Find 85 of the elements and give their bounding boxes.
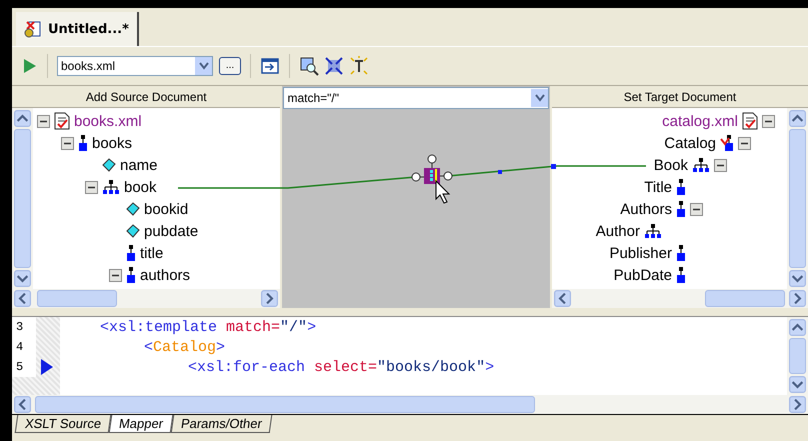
line-number: 3 [12, 317, 36, 337]
element-icon [126, 266, 136, 284]
dropdown-icon[interactable] [198, 62, 208, 70]
scroll-right-icon[interactable] [261, 290, 278, 307]
scroll-down-icon[interactable] [789, 376, 806, 393]
collapse-icon[interactable] [738, 136, 751, 150]
view-tab[interactable]: Mapper [108, 415, 174, 433]
element-icon [126, 244, 136, 262]
view-tab[interactable]: Params/Other [170, 415, 272, 433]
code-line: <xsl:for-each select="books/book"> [187, 358, 496, 377]
tree-item[interactable]: authors [140, 266, 190, 284]
element-icon [78, 134, 88, 152]
tree-item[interactable]: bookid [144, 200, 188, 218]
run-icon[interactable] [22, 57, 38, 75]
tree-item[interactable]: Catalog [664, 134, 716, 152]
scroll-down-icon[interactable] [14, 270, 31, 287]
line-number: 4 [12, 337, 36, 357]
connection-point [498, 170, 502, 174]
tree-item[interactable]: name [120, 156, 158, 174]
panel-header[interactable]: Add Source Document [12, 86, 280, 108]
collapse-icon[interactable] [61, 136, 74, 150]
scroll-thumb[interactable] [789, 338, 806, 374]
hierarchy-icon [644, 223, 662, 239]
tree-item[interactable]: books [92, 134, 132, 152]
scroll-right-icon[interactable] [789, 290, 806, 307]
text-icon[interactable] [349, 56, 369, 76]
tree-item[interactable]: catalog.xml [662, 112, 738, 130]
scroll-thumb[interactable] [35, 396, 535, 413]
source-dropdown[interactable]: books.xml [57, 56, 213, 76]
code-line: <xsl:template match="/"> [99, 318, 318, 337]
tree-item[interactable]: pubdate [144, 222, 198, 240]
pointer-icon [436, 180, 450, 204]
scroll-thumb[interactable] [14, 129, 31, 268]
document-icon [54, 112, 70, 130]
collapse-icon[interactable] [109, 268, 122, 282]
scroll-up-icon[interactable] [789, 319, 806, 336]
tree-item[interactable]: Title [644, 178, 672, 196]
collapse-icon[interactable] [762, 114, 775, 128]
tree-item[interactable]: Authors [620, 200, 672, 218]
function-node[interactable] [412, 154, 452, 184]
match-dropdown[interactable]: match="/" [283, 87, 549, 109]
diamond-icon [126, 202, 140, 216]
scroll-left-icon[interactable] [554, 290, 571, 307]
window-icon[interactable] [260, 57, 280, 75]
line-number: 5 [12, 357, 36, 377]
panel-header[interactable]: Set Target Document [552, 86, 808, 108]
element-icon [676, 266, 686, 284]
tree-item[interactable]: Publisher [609, 244, 672, 262]
stylesheet-icon [24, 20, 42, 38]
element-icon [720, 134, 734, 152]
code-line: <Catalog> [143, 338, 226, 357]
browse-button[interactable]: ... [219, 57, 241, 75]
scroll-thumb[interactable] [37, 290, 117, 307]
hierarchy-icon [102, 179, 120, 195]
map-search-icon[interactable] [299, 56, 319, 76]
connection-point [551, 164, 556, 169]
fit-icon[interactable] [325, 57, 343, 75]
tree-item[interactable]: Author [596, 222, 640, 240]
view-tab[interactable]: XSLT Source [14, 415, 112, 433]
dropdown-icon[interactable] [534, 94, 544, 102]
diamond-icon [126, 224, 140, 238]
document-icon [742, 112, 758, 130]
document-tab[interactable]: Untitled...* [16, 12, 139, 46]
scroll-up-icon[interactable] [14, 110, 31, 127]
collapse-icon[interactable] [37, 114, 50, 128]
element-icon [676, 244, 686, 262]
tree-item[interactable]: Book [654, 156, 688, 174]
scroll-left-icon[interactable] [14, 290, 31, 307]
scroll-thumb[interactable] [789, 129, 806, 268]
tree-item[interactable]: book [124, 178, 157, 196]
collapse-icon[interactable] [714, 158, 727, 172]
element-icon [676, 200, 686, 218]
collapse-icon[interactable] [690, 202, 703, 216]
tree-item[interactable]: title [140, 244, 164, 262]
scroll-thumb[interactable] [705, 290, 785, 307]
scroll-down-icon[interactable] [789, 270, 806, 287]
collapse-icon[interactable] [85, 180, 98, 194]
element-icon [676, 178, 686, 196]
tree-item[interactable]: books.xml [74, 112, 142, 130]
tree-item[interactable]: PubDate [614, 266, 672, 284]
scroll-up-icon[interactable] [789, 110, 806, 127]
hierarchy-icon [692, 157, 710, 173]
scroll-left-icon[interactable] [14, 396, 31, 413]
diamond-icon [102, 158, 116, 172]
scroll-right-icon[interactable] [789, 396, 806, 413]
